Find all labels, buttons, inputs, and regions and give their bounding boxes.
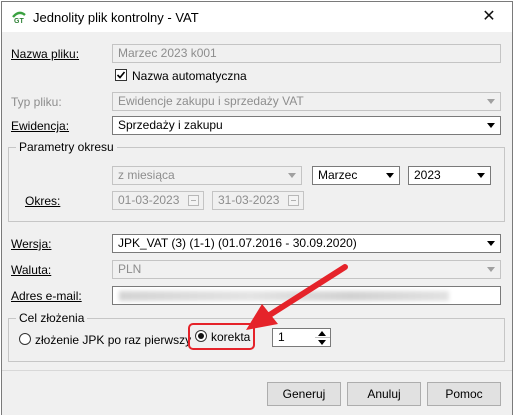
checkmark-icon <box>116 71 126 79</box>
button-bar: Generuj Anuluj Pomoc <box>2 370 512 415</box>
title-bar: GT Jednolity plik kontrolny - VAT ✕ <box>2 2 512 32</box>
chevron-down-icon <box>288 173 296 178</box>
month-value: Marzec <box>318 168 358 182</box>
chevron-down-icon <box>487 123 495 128</box>
period-type-value: z miesiąca <box>118 168 175 182</box>
chevron-down-icon <box>487 99 495 104</box>
register-select[interactable]: Sprzedaży i zakupu <box>112 116 501 135</box>
month-select[interactable]: Marzec <box>312 166 400 185</box>
auto-name-checkbox[interactable] <box>115 69 127 81</box>
cancel-button[interactable]: Anuluj <box>347 382 421 406</box>
generate-button[interactable]: Generuj <box>267 382 341 406</box>
file-type-label: Typ pliku: <box>11 95 62 109</box>
calendar-icon[interactable] <box>188 195 199 206</box>
version-label: Wersja: <box>11 237 52 251</box>
file-name-input[interactable]: Marzec 2023 k001 <box>112 44 501 63</box>
spin-down-icon[interactable] <box>318 340 326 345</box>
first-submission-label: złożenie JPK po raz pierwszy <box>35 333 192 347</box>
date-to-input[interactable]: 31-03-2023 <box>212 191 304 210</box>
window-title: Jednolity plik kontrolny - VAT <box>33 10 199 25</box>
period-parameters-legend: Parametry okresu <box>16 140 117 154</box>
version-value: JPK_VAT (3) (1-1) (01.07.2016 - 30.09.20… <box>118 236 357 250</box>
svg-text:GT: GT <box>14 18 24 24</box>
currency-value: PLN <box>118 262 142 276</box>
app-logo-icon: GT <box>12 11 26 24</box>
chevron-down-icon <box>487 267 495 272</box>
register-label: Ewidencja: <box>11 119 70 133</box>
date-from-input[interactable]: 01-03-2023 <box>112 191 204 210</box>
date-from-value: 01-03-2023 <box>118 193 180 207</box>
close-icon[interactable]: ✕ <box>474 4 504 30</box>
correction-radio[interactable] <box>195 330 207 342</box>
period-label: Okres: <box>25 194 61 208</box>
version-select[interactable]: JPK_VAT (3) (1-1) (01.07.2016 - 30.09.20… <box>112 234 501 253</box>
first-submission-radio[interactable] <box>19 333 31 345</box>
dialog-window: GT Jednolity plik kontrolny - VAT ✕ Nazw… <box>1 1 513 415</box>
date-to-value: 31-03-2023 <box>218 193 280 207</box>
purpose-legend: Cel złożenia <box>16 311 88 325</box>
chevron-down-icon <box>477 173 485 178</box>
file-name-label: Nazwa pliku: <box>11 47 80 61</box>
year-value: 2023 <box>414 168 441 182</box>
register-value: Sprzedaży i zakupu <box>118 118 223 132</box>
annotation-arrow-icon <box>246 264 348 330</box>
currency-label: Waluta: <box>11 263 52 277</box>
period-type-select[interactable]: z miesiąca <box>112 166 302 185</box>
file-type-value: Ewidencje zakupu i sprzedaży VAT <box>118 94 304 108</box>
email-label: Adres e-mail: <box>11 289 82 303</box>
auto-name-label: Nazwa automatyczna <box>132 69 247 83</box>
chevron-down-icon <box>487 241 495 246</box>
calendar-icon[interactable] <box>288 195 299 206</box>
chevron-down-icon <box>386 173 394 178</box>
file-type-select[interactable]: Ewidencje zakupu i sprzedaży VAT <box>112 92 501 111</box>
help-button[interactable]: Pomoc <box>427 382 501 406</box>
year-select[interactable]: 2023 <box>408 166 491 185</box>
